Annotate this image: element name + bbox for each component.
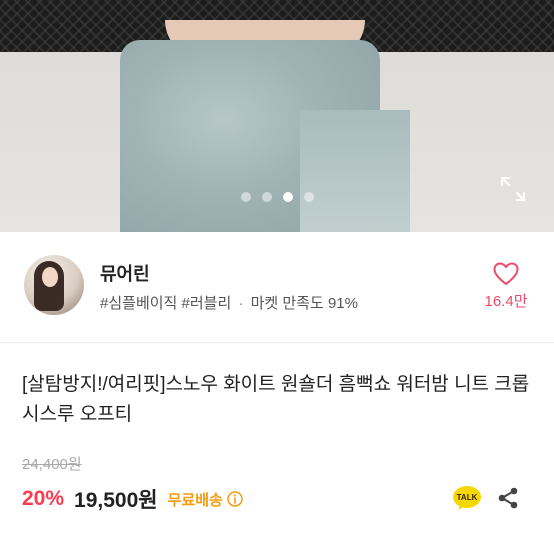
free-shipping-badge: 무료배송 — [167, 491, 223, 509]
tag-separator: · — [238, 295, 244, 312]
gallery-dot-active[interactable] — [282, 192, 293, 202]
gallery-dot[interactable] — [261, 192, 272, 202]
gallery-pagination — [0, 192, 554, 202]
seller-tags: #심플베이직 #러블리 · 마켓 만족도 91% — [100, 292, 358, 313]
svg-text:TALK: TALK — [457, 493, 478, 502]
original-price: 24,400원 — [22, 456, 82, 473]
info-icon[interactable] — [227, 491, 243, 507]
seller-satisfaction: 마켓 만족도 91% — [250, 295, 358, 312]
product-photo-jeans-leg — [300, 110, 410, 232]
sale-price: 19,500원 — [74, 489, 158, 512]
gallery-dot[interactable] — [303, 192, 314, 202]
gallery-dot[interactable] — [240, 192, 251, 202]
discount-rate: 20% — [22, 487, 65, 510]
seller-section: 뮤어린 #심플베이직 #러블리 · 마켓 만족도 91% 16.4만 — [0, 232, 554, 343]
like-button[interactable]: 16.4만 — [476, 262, 536, 311]
like-count: 16.4만 — [484, 293, 528, 310]
share-icon[interactable] — [496, 486, 520, 510]
avatar-face — [42, 267, 58, 287]
product-image-gallery[interactable] — [0, 0, 554, 232]
expand-icon[interactable] — [500, 176, 526, 202]
product-title: [살탐방지!/여리핏]스노우 화이트 원숄더 흠뻑쇼 워터밤 니트 크롭 시스루… — [22, 374, 530, 425]
heart-icon — [493, 262, 519, 285]
price-row: 20% 19,500원 무료배송 — [22, 484, 243, 514]
seller-name[interactable]: 뮤어린 — [100, 260, 150, 286]
seller-tag[interactable]: #심플베이직 — [100, 295, 177, 312]
seller-tag[interactable]: #러블리 — [182, 295, 232, 312]
kakao-talk-icon[interactable]: TALK — [452, 485, 482, 511]
seller-avatar[interactable] — [24, 255, 84, 315]
